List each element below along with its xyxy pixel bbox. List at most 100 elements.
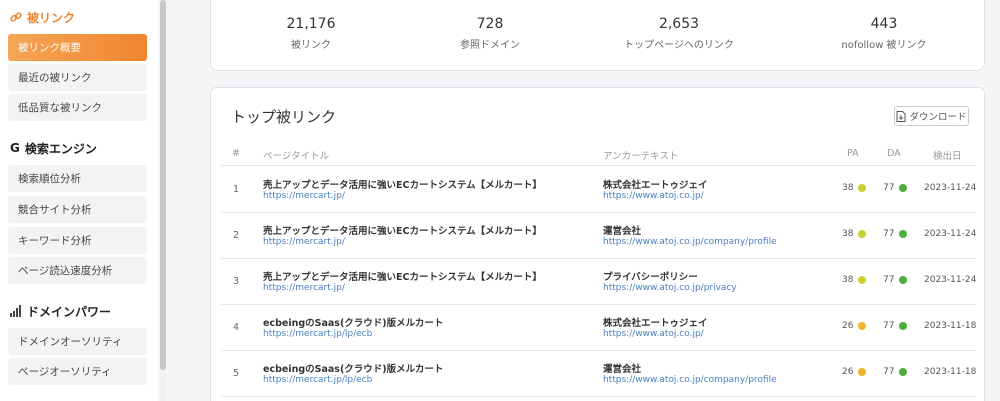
detected-date: 2023-11-18 (924, 367, 977, 377)
anchor-url-link[interactable]: https://www.atoj.co.jp/ (603, 329, 704, 339)
sidebar-item-backlink-overview[interactable]: 被リンク概要 (8, 34, 147, 61)
stat-top-page-links: 2,653 トップページへのリンク (584, 16, 774, 51)
stat-value: 21,176 (286, 16, 336, 32)
link-icon (10, 11, 22, 23)
pa-value: 26 (842, 321, 854, 331)
sidebar-item-keyword-analysis[interactable]: キーワード分析 (8, 227, 147, 254)
sidebar-item-rank-analysis[interactable]: 検索順位分析 (8, 165, 147, 192)
pa-value: 38 (842, 183, 854, 193)
stat-label: 参照ドメイン (460, 40, 520, 51)
backlink-stats-card: 21,176 被リンク 728 参照ドメイン 2,653 トップページへのリンク… (210, 0, 985, 71)
page-title-text: ecbeingのSaas(クラウド)版メルカート (263, 364, 444, 375)
sidebar: 被リンク 被リンク概要 最近の被リンク 低品質な被リンク G 検索エンジン 検索… (0, 0, 158, 401)
anchor-url-link[interactable]: https://www.atoj.co.jp/privacy (603, 283, 737, 293)
sidebar-section-search-engine: G 検索エンジン (10, 138, 97, 158)
da-score: 77 (883, 229, 908, 239)
col-header-pa[interactable]: PA (847, 148, 859, 159)
table-row: 4 ecbeingのSaas(クラウド)版メルカート https://mercart… (211, 304, 986, 350)
da-status-dot (899, 368, 908, 376)
da-score: 77 (883, 183, 908, 193)
da-value: 77 (883, 229, 895, 239)
sidebar-item-page-authority[interactable]: ページオーソリティ (8, 358, 147, 385)
stat-value: 443 (870, 16, 898, 32)
row-number: 5 (233, 368, 240, 379)
anchor-text: 運営会社 (603, 226, 642, 237)
detected-date: 2023-11-18 (924, 321, 977, 331)
col-header-da[interactable]: DA (887, 148, 901, 159)
col-header-page-title: ページタイトル (263, 151, 330, 162)
download-file-icon (896, 110, 906, 122)
google-icon: G (10, 141, 20, 155)
anchor-text: 株式会社エートゥジェイ (603, 318, 708, 329)
sidebar-section-title: ドメインパワー (27, 304, 112, 319)
signal-bars-icon (10, 305, 22, 317)
da-score: 77 (883, 321, 908, 331)
row-number: 3 (233, 276, 240, 287)
pa-status-dot (858, 368, 867, 376)
pa-status-dot (858, 276, 867, 284)
sidebar-item-domain-authority[interactable]: ドメインオーソリティ (8, 328, 147, 355)
da-status-dot (899, 322, 908, 330)
da-status-dot (899, 276, 908, 284)
stat-label: 被リンク (291, 40, 331, 51)
col-header-anchor-text: アンカーテキスト (603, 151, 679, 162)
stat-label: トップページへのリンク (624, 40, 734, 51)
stat-nofollow-backlinks: 443 nofollow 被リンク (789, 16, 979, 51)
anchor-text: プライバシーポリシー (603, 272, 698, 283)
page-url-link[interactable]: https://mercart.jp/ (263, 191, 345, 201)
da-value: 77 (883, 183, 895, 193)
da-score: 77 (883, 367, 908, 377)
da-value: 77 (883, 367, 895, 377)
page-url-link[interactable]: https://mercart.jp/ (263, 283, 345, 293)
pa-value: 38 (842, 275, 854, 285)
top-backlinks-title: トップ被リンク (231, 108, 337, 126)
pa-score: 26 (842, 321, 867, 331)
stat-referring-domains: 728 参照ドメイン (395, 16, 585, 51)
table-row: 5 ecbeingのSaas(クラウド)版メルカート https://mercart… (211, 350, 986, 396)
page-title-text: 売上アップとデータ活用に強いECカートシステム【メルカート】 (263, 226, 542, 237)
page-title-text: 売上アップとデータ活用に強いECカートシステム【メルカート】 (263, 272, 542, 283)
col-header-num: # (232, 148, 240, 159)
sidebar-section-backlinks: 被リンク (10, 7, 75, 27)
anchor-text: 運営会社 (603, 364, 642, 375)
da-status-dot (899, 184, 908, 192)
pa-status-dot (858, 322, 867, 330)
da-status-dot (899, 230, 908, 238)
detected-date: 2023-11-24 (924, 275, 977, 285)
sidebar-item-page-speed-analysis[interactable]: ページ読込速度分析 (8, 257, 147, 284)
top-backlinks-card: トップ被リンク ダウンロード # ページタイトル アンカーテキスト PA DA … (210, 87, 985, 401)
pa-score: 38 (842, 275, 867, 285)
anchor-url-link[interactable]: https://www.atoj.co.jp/company/profile (603, 237, 777, 247)
pa-score: 38 (842, 229, 867, 239)
table-row: 2 売上アップとデータ活用に強いECカートシステム【メルカート】 https://m… (211, 212, 986, 258)
da-value: 77 (883, 321, 895, 331)
anchor-text: 株式会社エートゥジェイ (603, 180, 708, 191)
stat-backlinks: 21,176 被リンク (216, 16, 406, 51)
detected-date: 2023-11-24 (924, 229, 977, 239)
page-url-link[interactable]: https://mercart.jp/ (263, 237, 345, 247)
pa-status-dot (858, 230, 867, 238)
sidebar-section-title: 被リンク (27, 10, 76, 25)
page-url-link[interactable]: https://mercart.jp/lp/ecb (263, 375, 372, 385)
sidebar-item-recent-backlinks[interactable]: 最近の被リンク (8, 64, 147, 91)
sidebar-scrollbar-thumb[interactable] (160, 0, 166, 370)
table-row: 1 売上アップとデータ活用に強いECカートシステム【メルカート】 https://m… (211, 166, 986, 212)
anchor-url-link[interactable]: https://www.atoj.co.jp/ (603, 191, 704, 201)
sidebar-item-competitor-analysis[interactable]: 競合サイト分析 (8, 196, 147, 223)
sidebar-item-low-quality-backlinks[interactable]: 低品質な被リンク (8, 94, 147, 121)
da-value: 77 (883, 275, 895, 285)
pa-value: 26 (842, 367, 854, 377)
col-header-date[interactable]: 検出日 (933, 148, 962, 162)
page-title-text: 売上アップとデータ活用に強いECカートシステム【メルカート】 (263, 180, 542, 191)
page-title-text: ecbeingのSaas(クラウド)版メルカート (263, 318, 444, 329)
page-url-link[interactable]: https://mercart.jp/lp/ecb (263, 329, 372, 339)
pa-score: 26 (842, 367, 867, 377)
row-divider (221, 396, 976, 397)
row-number: 2 (233, 230, 240, 241)
anchor-url-link[interactable]: https://www.atoj.co.jp/company/profile (603, 375, 777, 385)
pa-score: 38 (842, 183, 867, 193)
row-number: 4 (233, 322, 240, 333)
download-button[interactable]: ダウンロード (894, 106, 969, 126)
sidebar-section-domain-power: ドメインパワー (10, 301, 111, 321)
row-number: 1 (233, 184, 240, 195)
